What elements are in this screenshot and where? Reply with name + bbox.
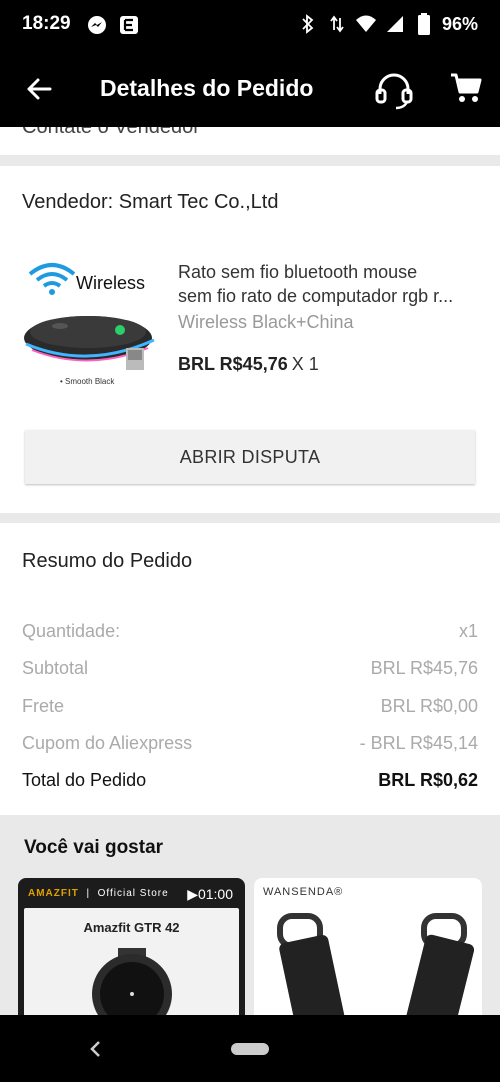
- summary-row-total: Total do Pedido BRL R$0,62: [22, 770, 478, 791]
- image-text-wireless: Wireless: [76, 273, 145, 293]
- contact-seller-label: Contate o Vendedor: [22, 127, 200, 138]
- wifi-icon: [355, 13, 377, 35]
- wifi-icon: [28, 263, 76, 295]
- summary-value: BRL R$0,00: [380, 696, 478, 716]
- summary-value: BRL R$45,76: [370, 658, 478, 678]
- system-nav-bar: [0, 1015, 500, 1082]
- status-time: 18:29: [22, 13, 71, 34]
- vendor-name[interactable]: Vendedor: Smart Tec Co.,Ltd: [22, 191, 278, 214]
- product-model: Amazfit GTR 42: [83, 920, 180, 935]
- bluetooth-icon: [297, 13, 319, 35]
- messenger-icon: [86, 14, 108, 36]
- recommendations-title: Você vai gostar: [24, 837, 164, 858]
- open-dispute-button[interactable]: ABRIR DISPUTA: [25, 430, 475, 484]
- app-e-icon: [118, 14, 140, 36]
- app-bar: Detalhes do Pedido: [0, 50, 500, 127]
- product-variant: Wireless Black+China: [178, 312, 354, 332]
- nav-back-icon[interactable]: [86, 1037, 106, 1061]
- summary-title: Resumo do Pedido: [22, 550, 193, 572]
- summary-value: BRL R$0,62: [378, 770, 478, 790]
- signal-icon: [384, 13, 406, 35]
- status-bar: 18:29 96%: [0, 0, 500, 50]
- nav-home-pill[interactable]: [231, 1043, 269, 1055]
- product-title-line-1: Rato sem fio bluetooth mouse: [178, 262, 418, 282]
- usb-drive-image: [277, 913, 474, 1028]
- video-duration[interactable]: ▶01:00: [187, 886, 233, 903]
- brand-label: WANSENDA®: [263, 886, 344, 898]
- product-price-row: BRL R$45,76 X 1: [178, 354, 319, 375]
- store-name: Official Store: [97, 888, 169, 899]
- summary-row-quantity: Quantidade: x1: [22, 621, 478, 642]
- summary-row-coupon: Cupom do Aliexpress - BRL R$45,14: [22, 733, 478, 754]
- headset-support-icon[interactable]: [374, 70, 414, 110]
- summary-label: Cupom do Aliexpress: [22, 733, 193, 753]
- cart-icon[interactable]: [448, 70, 484, 106]
- store-label: AMAZFIT | Official Store: [28, 888, 169, 899]
- battery-icon: [413, 13, 435, 35]
- battery-percent: 96%: [441, 13, 478, 34]
- summary-label: Total do Pedido: [22, 770, 147, 790]
- product-image: Amazfit GTR 42: [24, 908, 239, 1028]
- summary-row-subtotal: Subtotal BRL R$45,76: [22, 658, 478, 679]
- image-text-smooth-black: • Smooth Black: [60, 377, 115, 386]
- page-title: Detalhes do Pedido: [100, 75, 314, 101]
- recommendation-card[interactable]: AMAZFIT | Official Store ▶01:00 Amazfit …: [18, 878, 245, 1028]
- store-brand: AMAZFIT: [28, 888, 79, 899]
- product-price: BRL R$45,76: [178, 354, 288, 374]
- data-arrows-icon: [326, 13, 348, 35]
- product-quantity: X 1: [291, 354, 319, 374]
- product-title-line-2: sem fio rato de computador rgb r...: [178, 286, 454, 306]
- product-title[interactable]: Rato sem fio bluetooth mouse sem fio rat…: [178, 260, 478, 308]
- vendor-card: Vendedor: Smart Tec Co.,Ltd Wireless • S…: [0, 166, 500, 513]
- summary-label: Frete: [22, 696, 65, 716]
- summary-row-shipping: Frete BRL R$0,00: [22, 696, 478, 717]
- recommendations-section: Você vai gostar AMAZFIT | Official Store…: [0, 815, 500, 1028]
- summary-value: x1: [458, 621, 478, 641]
- summary-label: Quantidade:: [22, 621, 121, 641]
- summary-value: - BRL R$45,14: [359, 733, 478, 753]
- contact-seller-row[interactable]: Contate o Vendedor: [0, 127, 500, 155]
- back-arrow-icon[interactable]: [22, 72, 56, 106]
- product-image[interactable]: Wireless • Smooth Black: [22, 258, 162, 388]
- order-summary-card: Resumo do Pedido Quantidade: x1 Subtotal…: [0, 523, 500, 815]
- summary-label: Subtotal: [22, 658, 89, 678]
- recommendation-card[interactable]: WANSENDA®: [254, 878, 482, 1028]
